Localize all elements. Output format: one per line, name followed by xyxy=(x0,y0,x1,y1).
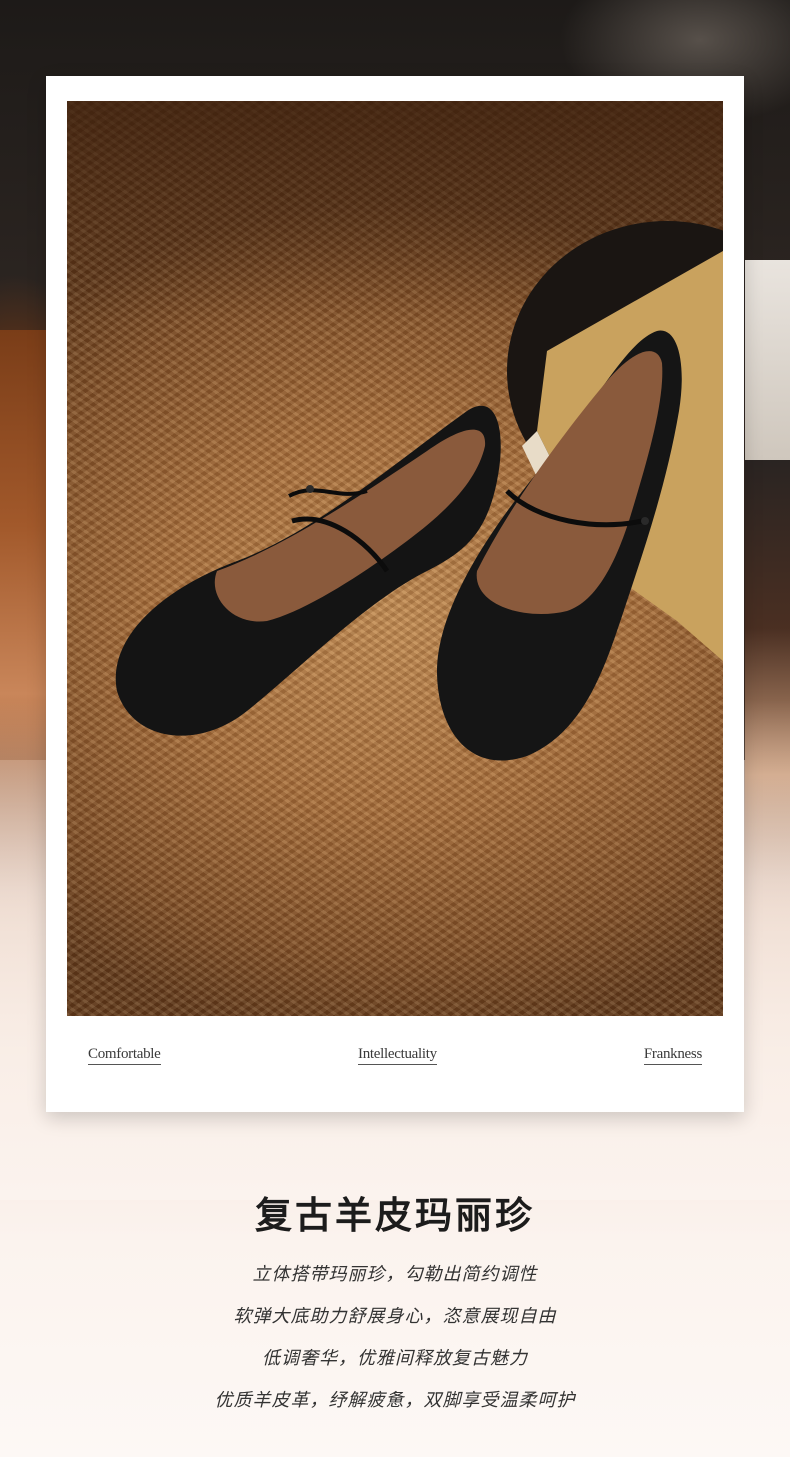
description: 立体搭带玛丽珍，勾勒出简约调性 软弹大底助力舒展身心，恣意展现自由 低调奢华，优… xyxy=(0,1258,790,1426)
caption-frankness: Frankness xyxy=(643,1046,702,1065)
description-line: 低调奢华，优雅间释放复古魅力 xyxy=(262,1348,528,1369)
photo-card: Comfortable Intellectuality Frankness xyxy=(46,76,744,1112)
caption-intellectuality: Intellectuality xyxy=(358,1046,437,1065)
description-line: 优质羊皮革，纾解疲惫，双脚享受温柔呵护 xyxy=(214,1390,576,1411)
shoes-illustration xyxy=(115,221,723,761)
caption-row: Comfortable Intellectuality Frankness xyxy=(46,1046,744,1076)
description-line: 软弹大底助力舒展身心，恣意展现自由 xyxy=(233,1306,557,1327)
product-photo xyxy=(67,101,723,1016)
description-line: 立体搭带玛丽珍，勾勒出简约调性 xyxy=(252,1264,538,1285)
caption-comfortable: Comfortable xyxy=(88,1046,161,1065)
product-headline: 复古羊皮玛丽珍 xyxy=(255,1193,535,1237)
car-window xyxy=(745,260,790,460)
